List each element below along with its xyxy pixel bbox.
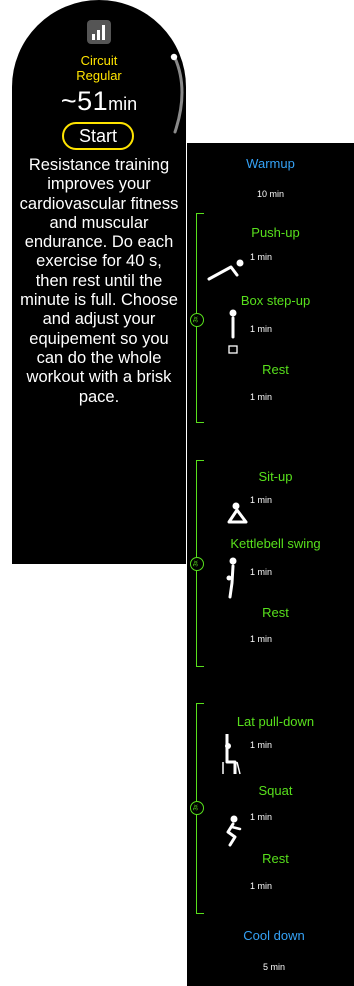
warmup-time: 10 min <box>256 189 284 199</box>
exercise-time: 1 min <box>250 567 273 577</box>
cooldown-title: Cool down <box>243 928 305 943</box>
kettlebell-swing-icon <box>226 557 237 599</box>
exercise-title: Kettlebell swing <box>230 536 321 551</box>
exercise-time: 1 min <box>250 881 273 891</box>
exercise-title: Rest <box>262 605 289 620</box>
exercise-time: 1 min <box>250 812 273 822</box>
workout-duration: ~51min <box>12 86 186 117</box>
exercise-time: 1 min <box>250 392 273 402</box>
push-up-icon <box>207 259 244 281</box>
bar-chart-icon <box>87 20 111 44</box>
exercise-title: Rest <box>262 362 289 377</box>
exercise-title: Squat <box>258 783 293 798</box>
workout-title: Circuit <box>80 53 118 68</box>
start-button[interactable]: Start <box>62 122 134 150</box>
repeat-badge: 3x <box>190 801 204 815</box>
warmup-title: Warmup <box>246 156 295 171</box>
exercise-title: Push-up <box>251 225 300 240</box>
workout-description: Resistance training improves your cardio… <box>19 156 179 406</box>
exercise-time: 1 min <box>250 324 273 334</box>
exercise-time: 1 min <box>250 740 273 750</box>
exercise-time: 1 min <box>250 634 273 644</box>
exercise-time: 1 min <box>250 252 273 262</box>
exercise-title: Box step-up <box>240 293 311 308</box>
workout-summary-panel: Circuit Regular ~51min Start Resistance … <box>12 0 186 564</box>
exercise-title: Sit-up <box>258 469 293 484</box>
duration-unit: min <box>108 94 138 114</box>
box-step-up-icon <box>228 309 238 354</box>
workout-subtitle: Regular <box>76 68 122 83</box>
duration-value: ~51 <box>60 86 109 116</box>
cooldown-time: 5 min <box>262 962 285 972</box>
exercise-title: Lat pull-down <box>236 714 315 729</box>
lat-pull-down-icon <box>222 734 241 775</box>
squat-icon <box>226 815 242 847</box>
repeat-badge: 3x <box>190 313 204 327</box>
workout-plan-panel[interactable]: Warmup 10 min 3x Push-up 1 min Box step-… <box>187 143 354 986</box>
repeat-badge: 3x <box>190 557 204 571</box>
sit-up-icon <box>227 502 248 524</box>
exercise-title: Rest <box>262 851 289 866</box>
exercise-time: 1 min <box>250 495 273 505</box>
